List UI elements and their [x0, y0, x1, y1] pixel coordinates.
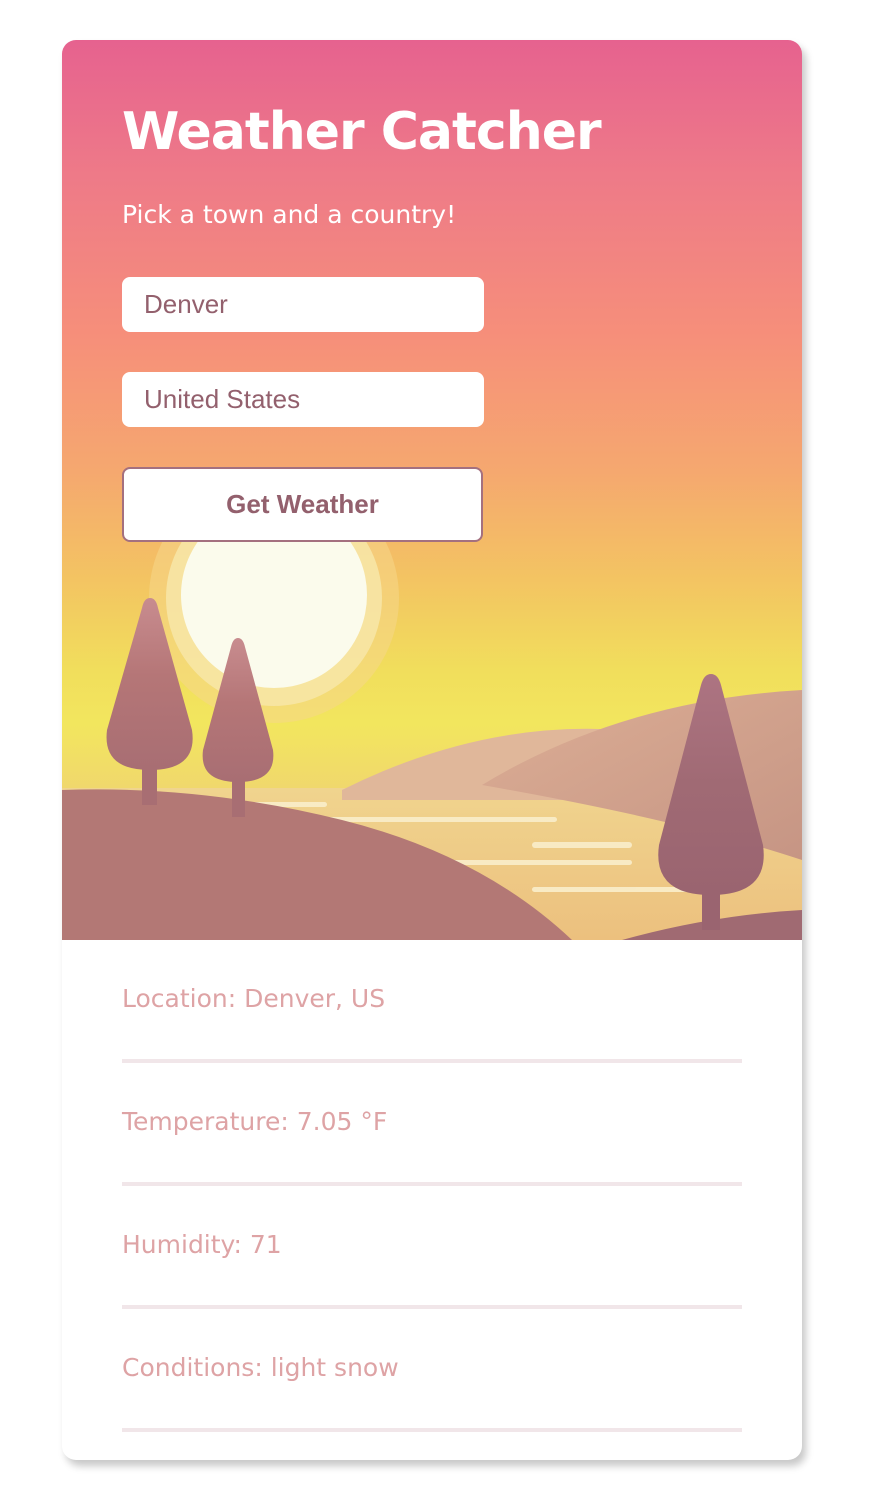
city-input[interactable] — [122, 277, 484, 332]
results-list: Location: Denver, US Temperature: 7.05 °… — [122, 940, 742, 1432]
get-weather-button[interactable]: Get Weather — [122, 467, 483, 542]
country-input[interactable] — [122, 372, 484, 427]
page-subtitle: Pick a town and a country! — [122, 200, 457, 229]
temperature-text: Temperature: 7.05 °F — [122, 1107, 388, 1136]
location-text: Location: Denver, US — [122, 984, 386, 1013]
result-row-humidity: Humidity: 71 — [122, 1186, 742, 1309]
result-row-location: Location: Denver, US — [122, 940, 742, 1063]
humidity-text: Humidity: 71 — [122, 1230, 282, 1259]
hero-panel: Weather Catcher Pick a town and a countr… — [62, 40, 802, 940]
weather-card: Weather Catcher Pick a town and a countr… — [62, 40, 802, 1460]
conditions-text: Conditions: light snow — [122, 1353, 399, 1382]
result-row-conditions: Conditions: light snow — [122, 1309, 742, 1432]
result-row-temperature: Temperature: 7.05 °F — [122, 1063, 742, 1186]
page-title: Weather Catcher — [122, 102, 602, 162]
